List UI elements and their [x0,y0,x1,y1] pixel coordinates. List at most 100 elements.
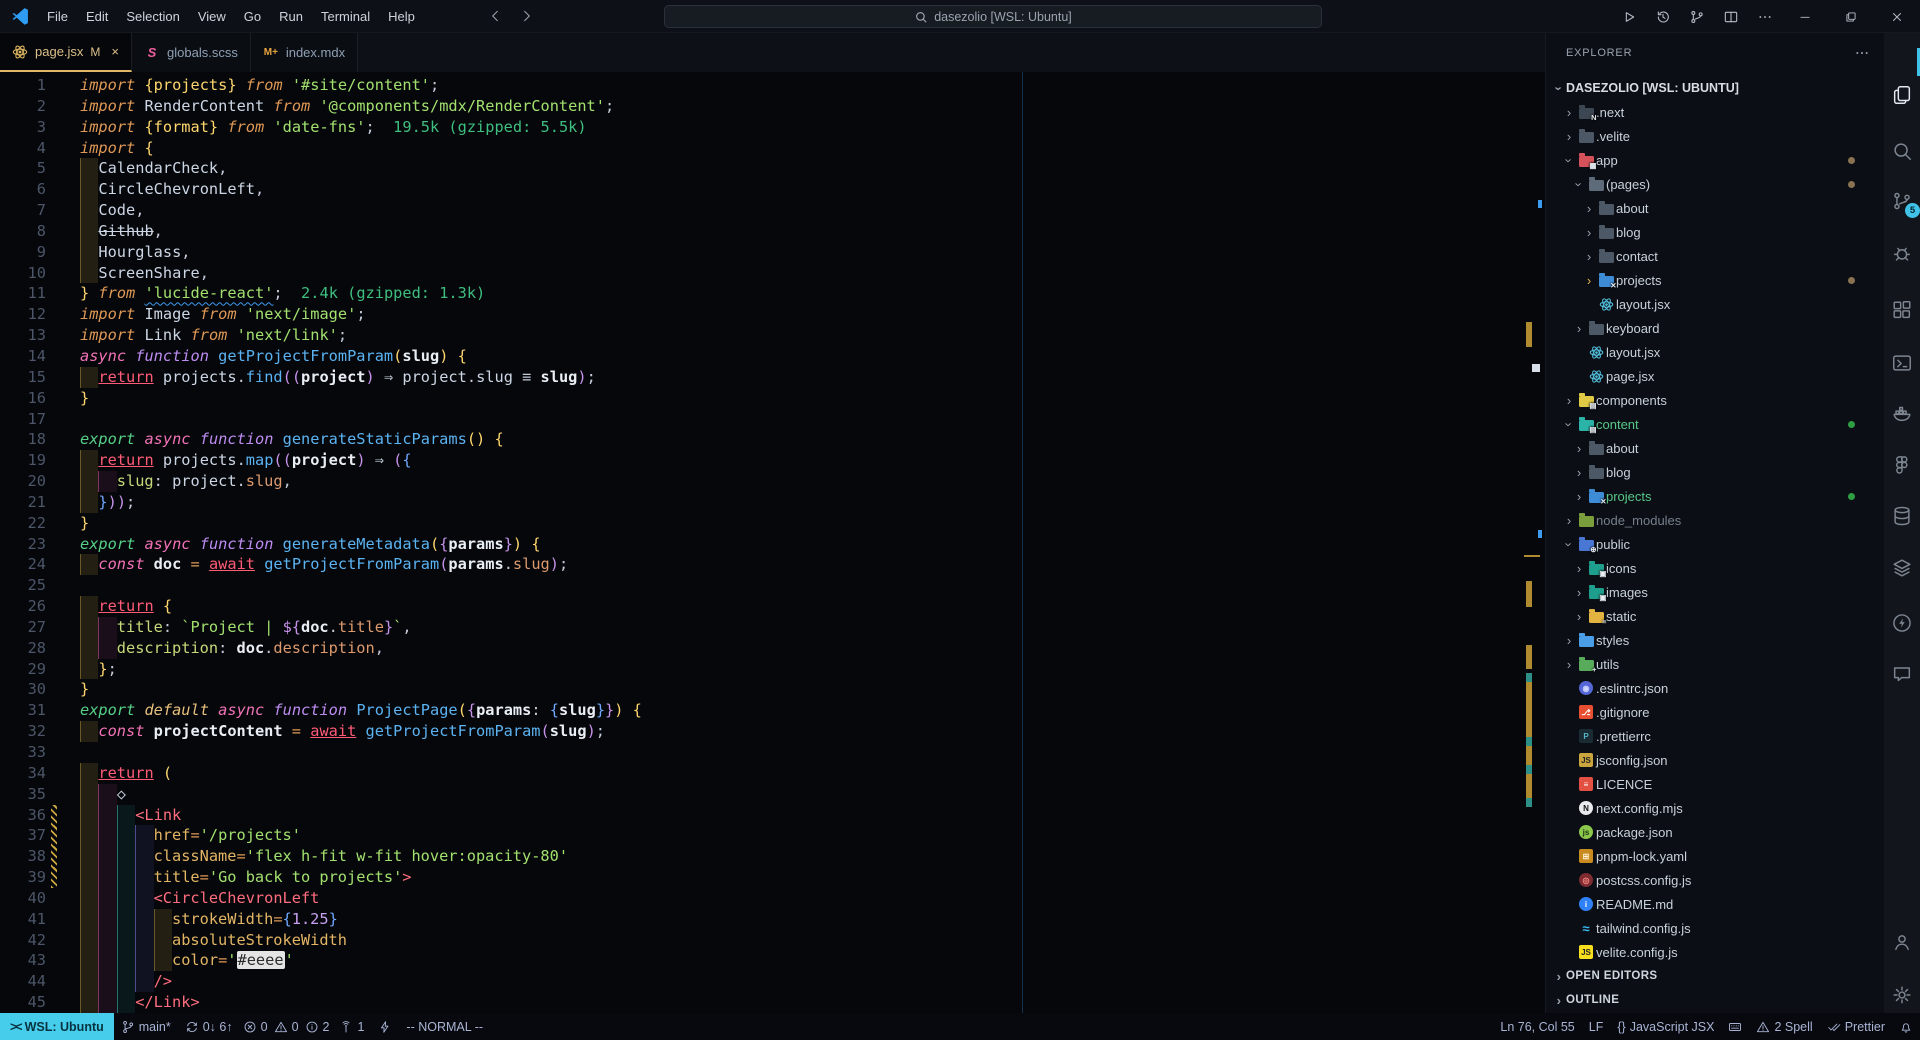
activity-thunder-client[interactable] [1890,611,1914,635]
window-close-button[interactable] [1874,0,1920,33]
status-notifications[interactable] [1892,1013,1920,1040]
tree-item-blog[interactable]: ›blog [1546,220,1885,244]
status-cursor-position[interactable]: Ln 76, Col 55 [1493,1013,1581,1040]
source-control-graph-button[interactable] [1680,0,1714,33]
section-outline[interactable]: ›OUTLINE [1546,988,1885,1012]
chevron-down-icon[interactable]: › [1562,537,1577,551]
menu-help[interactable]: Help [379,0,424,33]
tree-item-.prettierrc[interactable]: P.prettierrc [1546,724,1885,748]
menu-run[interactable]: Run [270,0,312,33]
menu-view[interactable]: View [189,0,235,33]
menu-selection[interactable]: Selection [117,0,188,33]
chevron-down-icon[interactable]: › [1562,153,1577,167]
run-button[interactable] [1612,0,1646,33]
chevron-right-icon[interactable]: › [1552,969,1566,984]
tab-globals.scss[interactable]: Sglobals.scss [132,33,251,72]
chevron-right-icon[interactable]: › [1552,993,1566,1008]
chevron-right-icon[interactable]: › [1572,561,1586,576]
status-ports[interactable]: 1 [332,1013,371,1040]
chevron-right-icon[interactable]: › [1572,465,1586,480]
tree-item-contact[interactable]: ›contact [1546,244,1885,268]
chevron-down-icon[interactable]: › [1552,81,1567,95]
tree-item-tailwind.config.js[interactable]: ≈tailwind.config.js [1546,916,1885,940]
activity-search[interactable] [1890,139,1914,163]
chevron-right-icon[interactable]: › [1572,441,1586,456]
status-warnings[interactable]: 0 [271,1013,302,1040]
timeline-button[interactable] [1646,0,1680,33]
tree-item-next.config.mjs[interactable]: Nnext.config.mjs [1546,796,1885,820]
chevron-right-icon[interactable]: › [1562,393,1576,408]
tree-item-projects[interactable]: ›✕projects [1546,484,1885,508]
chevron-right-icon[interactable]: › [1582,249,1596,264]
chevron-down-icon[interactable]: › [1562,417,1577,431]
activity-docker[interactable] [1890,401,1914,425]
tree-item-layout.jsx[interactable]: layout.jsx [1546,340,1885,364]
chevron-right-icon[interactable]: › [1562,633,1576,648]
activity-figma[interactable] [1890,452,1914,476]
status-errors[interactable]: 0 [240,1013,271,1040]
tree-item-.gitignore[interactable]: ⎇.gitignore [1546,700,1885,724]
tree-item-readme.md[interactable]: iREADME.md [1546,892,1885,916]
activity-accounts[interactable] [1890,930,1914,954]
more-actions-button[interactable] [1748,0,1782,33]
tree-item-licence[interactable]: ≡LICENCE [1546,772,1885,796]
tree-item-blog[interactable]: ›blog [1546,460,1885,484]
activity-database[interactable] [1890,504,1914,528]
status-infos[interactable]: 2 [302,1013,333,1040]
window-restore-button[interactable] [1828,0,1874,33]
status-power[interactable] [371,1013,399,1040]
tree-item-about[interactable]: ›about [1546,196,1885,220]
menu-go[interactable]: Go [235,0,270,33]
tree-item-about[interactable]: ›about [1546,436,1885,460]
chevron-right-icon[interactable]: › [1572,489,1586,504]
tree-item-package.json[interactable]: jspackage.json [1546,820,1885,844]
chevron-right-icon[interactable]: › [1562,657,1576,672]
activity-chat[interactable] [1890,662,1914,686]
forward-button[interactable] [514,4,538,28]
chevron-right-icon[interactable]: › [1562,129,1576,144]
activity-explorer[interactable] [1890,83,1914,107]
status-prettier[interactable]: Prettier [1820,1013,1892,1040]
activity-extensions[interactable] [1890,298,1914,322]
tree-item-pnpm-lock.yaml[interactable]: ⊞pnpm-lock.yaml [1546,844,1885,868]
tree-item-images[interactable]: ›▣images [1546,580,1885,604]
activity-run-and-debug[interactable] [1890,241,1914,265]
tab-page.jsx[interactable]: page.jsxM× [0,33,132,72]
chevron-right-icon[interactable]: › [1582,225,1596,240]
tree-item-utils[interactable]: ›+utils [1546,652,1885,676]
status-vim-mode[interactable]: -- NORMAL -- [399,1013,490,1040]
status-remote[interactable]: ><WSL: Ubuntu [0,1013,114,1040]
status-keyboard[interactable] [1721,1013,1749,1040]
tree-item-node_modules[interactable]: ›node_modules [1546,508,1885,532]
tree-item-static[interactable]: ›≡static [1546,604,1885,628]
chevron-right-icon[interactable]: › [1582,201,1596,216]
tree-item-(pages)[interactable]: ›(pages) [1546,172,1885,196]
tree-item-velite.config.js[interactable]: JSvelite.config.js [1546,940,1885,964]
tree-item-icons[interactable]: ›▣icons [1546,556,1885,580]
tab-index.mdx[interactable]: M+index.mdx [251,33,358,72]
window-minimize-button[interactable] [1782,0,1828,33]
menu-edit[interactable]: Edit [77,0,117,33]
activity-remote-explorer[interactable] [1890,351,1914,375]
chevron-right-icon[interactable]: › [1572,321,1586,336]
activity-layers[interactable] [1890,556,1914,580]
tree-item-content[interactable]: ›▤content [1546,412,1885,436]
menu-file[interactable]: File [38,0,77,33]
section-open-editors[interactable]: ›OPEN EDITORS [1546,964,1885,988]
close-tab-icon[interactable]: × [111,44,119,59]
status-git-branch[interactable]: main* [114,1013,178,1040]
tree-item-public[interactable]: ›⊕public [1546,532,1885,556]
code-editor[interactable]: 1import {projects} from '#site/content';… [0,72,1545,1013]
activity-source-control[interactable]: 5 [1890,189,1914,213]
tree-item-projects[interactable]: ›✕projects [1546,268,1885,292]
split-layout-button[interactable] [1714,0,1748,33]
tree-item-components[interactable]: ›▤components [1546,388,1885,412]
tree-item-dasezolio-wsl-ubuntu-[interactable]: ›DASEZOLIO [WSL: UBUNTU] [1546,76,1885,100]
chevron-right-icon[interactable]: › [1572,585,1586,600]
status-sync[interactable]: 0↓ 6↑ [178,1013,240,1040]
overview-ruler[interactable] [1524,72,1542,1013]
command-center[interactable]: dasezolio [WSL: Ubuntu] [664,5,1322,28]
more-actions-icon[interactable] [1854,45,1870,61]
status-spell-checker[interactable]: 2 Spell [1749,1013,1819,1040]
tree-item-postcss.config.js[interactable]: ◎postcss.config.js [1546,868,1885,892]
